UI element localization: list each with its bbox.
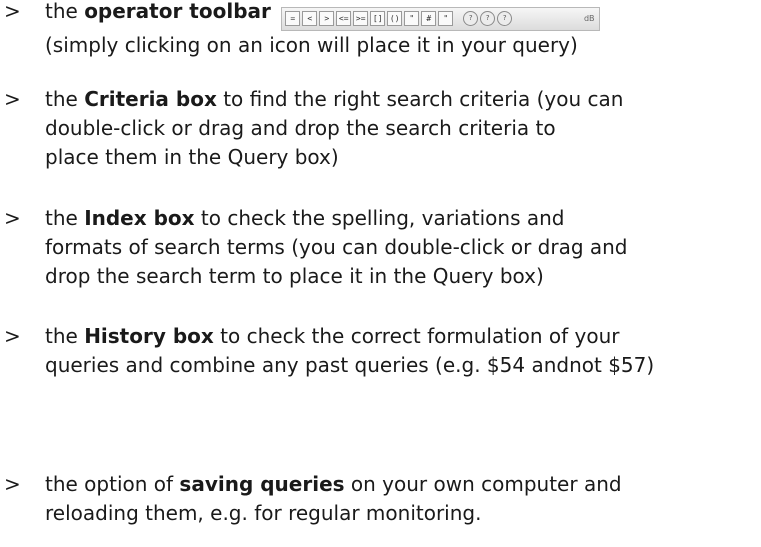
- bullet-arrow: >: [4, 472, 21, 496]
- bullet-text: the operator toolbar = < > <= >=[]() " # "??? dB…: [45, 0, 757, 60]
- toolbar-operator-icon: []: [370, 11, 386, 26]
- toolbar-operator-icon: ": [404, 11, 420, 26]
- text-line: formats of search terms (you can double-…: [45, 235, 628, 259]
- toolbar-operator-icon: >=: [353, 11, 369, 26]
- bullet-text: the Criteria box to find the right searc…: [45, 85, 757, 172]
- toolbar-operator-icon: >: [319, 11, 335, 26]
- toolbar-operator-icon: <=: [336, 11, 352, 26]
- toolbar-operator-icon: <: [302, 11, 318, 26]
- text-line: the History box to check the correct for…: [45, 324, 620, 348]
- bullet-text: the option of saving queries on your own…: [45, 470, 757, 528]
- text-line: place them in the Query box): [45, 145, 339, 169]
- text-line: the operator toolbar = < > <= >=[]() " # "??? dB: [45, 0, 757, 31]
- bullet-arrow: >: [4, 87, 21, 111]
- bold-term: Index box: [84, 206, 195, 230]
- bold-term: Criteria box: [84, 87, 217, 111]
- bullet-arrow: >: [4, 206, 21, 230]
- toolbar-circle-icon: ?: [480, 11, 496, 26]
- bullet-text: the Index box to check the spelling, var…: [45, 204, 757, 291]
- bold-term: saving queries: [179, 472, 345, 496]
- bold-term: History box: [84, 324, 214, 348]
- bullet-arrow: >: [4, 324, 21, 348]
- toolbar-operator-icon: #: [421, 11, 437, 26]
- operator-toolbar-image: = < > <= >=[]() " # "??? dB: [281, 6, 601, 31]
- toolbar-operator-icon: ": [438, 11, 454, 26]
- text-line: (simply clicking on an icon will place i…: [45, 32, 578, 57]
- text-line: the Index box to check the spelling, var…: [45, 206, 565, 230]
- bullet-arrow: >: [4, 0, 21, 23]
- document-page: > the operator toolbar = < > <= >=[]() " # "???…: [0, 0, 761, 547]
- text-line: the Criteria box to find the right searc…: [45, 87, 624, 111]
- bullet-text: the History box to check the correct for…: [45, 322, 757, 380]
- toolbar-circle-icon: ?: [463, 11, 479, 26]
- toolbar-operator-icon: (): [387, 11, 403, 26]
- bold-term: operator toolbar: [84, 0, 271, 23]
- text-line: double-click or drag and drop the search…: [45, 116, 556, 140]
- database-icon: dB: [583, 13, 595, 23]
- toolbar-circle-icon: ?: [497, 11, 513, 26]
- toolbar-operator-icon: =: [285, 11, 301, 26]
- text-line: the option of saving queries on your own…: [45, 472, 622, 496]
- text-line: queries and combine any past queries (e.…: [45, 353, 655, 377]
- text-line: reloading them, e.g. for regular monitor…: [45, 501, 482, 525]
- text-line: drop the search term to place it in the …: [45, 264, 544, 288]
